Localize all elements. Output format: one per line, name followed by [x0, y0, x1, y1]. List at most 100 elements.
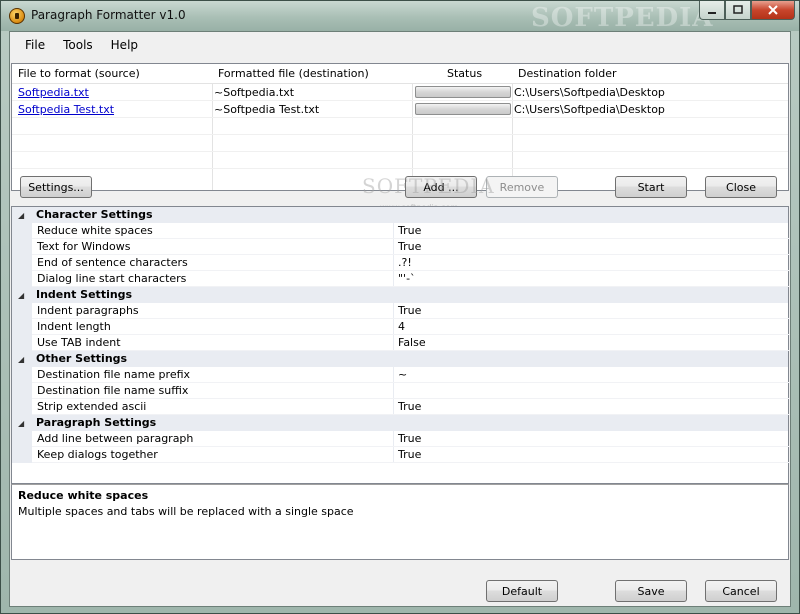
source-file-link[interactable]: Softpedia.txt — [18, 86, 89, 99]
property-name: Indent length — [37, 320, 111, 333]
property-divider — [393, 319, 394, 335]
collapse-triangle-icon[interactable]: ◢ — [18, 211, 24, 220]
default-button[interactable]: Default — [486, 580, 558, 602]
property-divider — [393, 239, 394, 255]
property-category[interactable]: ◢ Other Settings — [12, 351, 788, 367]
column-header-folder[interactable]: Destination folder — [518, 67, 617, 80]
collapse-triangle-icon[interactable]: ◢ — [18, 355, 24, 364]
caption-buttons — [699, 1, 795, 21]
minimize-button[interactable] — [699, 1, 725, 20]
property-row[interactable]: Reduce white spaces True — [12, 223, 790, 239]
property-grid[interactable]: ◢ Character Settings Reduce white spaces Tr… — [11, 206, 790, 484]
property-value[interactable]: True — [398, 400, 421, 413]
property-margin — [12, 383, 32, 399]
column-header-source[interactable]: File to format (source) — [18, 67, 140, 80]
property-row[interactable]: Strip extended ascii True — [12, 399, 790, 415]
property-row[interactable]: Keep dialogs together True — [12, 447, 790, 463]
property-name: Text for Windows — [37, 240, 131, 253]
file-list[interactable]: File to format (source) Formatted file (… — [11, 63, 789, 191]
property-row[interactable]: Add line between paragraph True — [12, 431, 790, 447]
menu-bar: File Tools Help — [10, 32, 790, 58]
settings-button[interactable]: Settings... — [20, 176, 92, 198]
save-button[interactable]: Save — [615, 580, 687, 602]
help-panel: Reduce white spaces Multiple spaces and … — [11, 484, 789, 560]
property-row[interactable]: Destination file name suffix — [12, 383, 790, 399]
property-divider — [393, 303, 394, 319]
start-button[interactable]: Start — [615, 176, 687, 198]
property-value[interactable]: ~ — [398, 368, 407, 381]
property-value[interactable]: True — [398, 432, 421, 445]
property-row[interactable]: Dialog line start characters "'-` — [12, 271, 790, 287]
property-row[interactable]: Indent paragraphs True — [12, 303, 790, 319]
property-category[interactable]: ◢ Character Settings — [12, 207, 788, 223]
property-value[interactable]: False — [398, 336, 426, 349]
menu-file[interactable]: File — [16, 38, 54, 52]
property-row[interactable]: Use TAB indent False — [12, 335, 790, 351]
add-button[interactable]: Add ... — [405, 176, 477, 198]
file-list-header: File to format (source) Formatted file (… — [12, 64, 788, 84]
property-value[interactable]: True — [398, 304, 421, 317]
app-icon[interactable] — [9, 8, 25, 24]
property-name: Keep dialogs together — [37, 448, 158, 461]
property-margin — [12, 271, 32, 287]
property-divider — [393, 383, 394, 399]
property-name: Destination file name prefix — [37, 368, 191, 381]
table-row[interactable]: Softpedia Test.txt ~Softpedia Test.txt C… — [12, 101, 788, 118]
table-row[interactable]: Softpedia.txt ~Softpedia.txt C:\Users\So… — [12, 84, 788, 101]
property-margin — [12, 335, 32, 351]
property-margin — [12, 319, 32, 335]
category-label: Paragraph Settings — [36, 416, 157, 429]
minimize-icon — [708, 12, 716, 14]
title-bar[interactable]: Paragraph Formatter v1.0 SOFTPEDIA — [1, 1, 799, 33]
remove-button[interactable]: Remove — [486, 176, 558, 198]
property-category[interactable]: ◢ Indent Settings — [12, 287, 788, 303]
property-margin — [12, 223, 32, 239]
property-value[interactable]: "'-` — [398, 272, 416, 285]
property-margin — [12, 255, 32, 271]
row-separator — [32, 462, 790, 463]
menu-tools[interactable]: Tools — [54, 38, 102, 52]
column-header-status[interactable]: Status — [447, 67, 482, 80]
property-divider — [393, 399, 394, 415]
property-name: Use TAB indent — [37, 336, 121, 349]
column-header-destination[interactable]: Formatted file (destination) — [218, 67, 369, 80]
close-button[interactable]: Close — [705, 176, 777, 198]
property-margin — [12, 303, 32, 319]
property-divider — [393, 255, 394, 271]
destination-file-cell: ~Softpedia.txt — [214, 86, 295, 99]
source-file-link[interactable]: Softpedia Test.txt — [18, 103, 114, 116]
property-row[interactable]: End of sentence characters.?! — [12, 255, 790, 271]
property-divider — [393, 271, 394, 287]
client-area: File Tools Help File to format (source) … — [9, 31, 791, 607]
property-value[interactable]: True — [398, 240, 421, 253]
property-category[interactable]: ◢ Paragraph Settings — [12, 415, 788, 431]
category-label: Character Settings — [36, 208, 153, 221]
property-value[interactable]: True — [398, 224, 421, 237]
property-margin — [12, 367, 32, 383]
destination-file-cell: ~Softpedia Test.txt — [214, 103, 320, 116]
cancel-button[interactable]: Cancel — [705, 580, 777, 602]
status-progress-bar — [415, 86, 511, 98]
property-name: Add line between paragraph — [37, 432, 194, 445]
property-divider — [393, 367, 394, 383]
maximize-button[interactable] — [725, 1, 751, 20]
property-value[interactable]: .?! — [398, 256, 412, 269]
property-name: Strip extended ascii — [37, 400, 147, 413]
property-divider — [393, 447, 394, 463]
menu-help[interactable]: Help — [102, 38, 147, 52]
property-name: End of sentence characters — [37, 256, 188, 269]
app-window: Paragraph Formatter v1.0 SOFTPEDIA File … — [0, 0, 800, 614]
property-row[interactable]: Text for Windows True — [12, 239, 790, 255]
property-divider — [393, 431, 394, 447]
property-margin — [12, 431, 32, 447]
empty-row — [12, 118, 788, 135]
status-progress-bar — [415, 103, 511, 115]
close-window-button[interactable] — [751, 1, 795, 20]
property-value[interactable]: True — [398, 448, 421, 461]
empty-row — [12, 152, 788, 169]
property-row[interactable]: Indent length 4 — [12, 319, 790, 335]
collapse-triangle-icon[interactable]: ◢ — [18, 419, 24, 428]
collapse-triangle-icon[interactable]: ◢ — [18, 291, 24, 300]
property-value[interactable]: 4 — [398, 320, 405, 333]
property-row[interactable]: Destination file name prefix ~ — [12, 367, 790, 383]
